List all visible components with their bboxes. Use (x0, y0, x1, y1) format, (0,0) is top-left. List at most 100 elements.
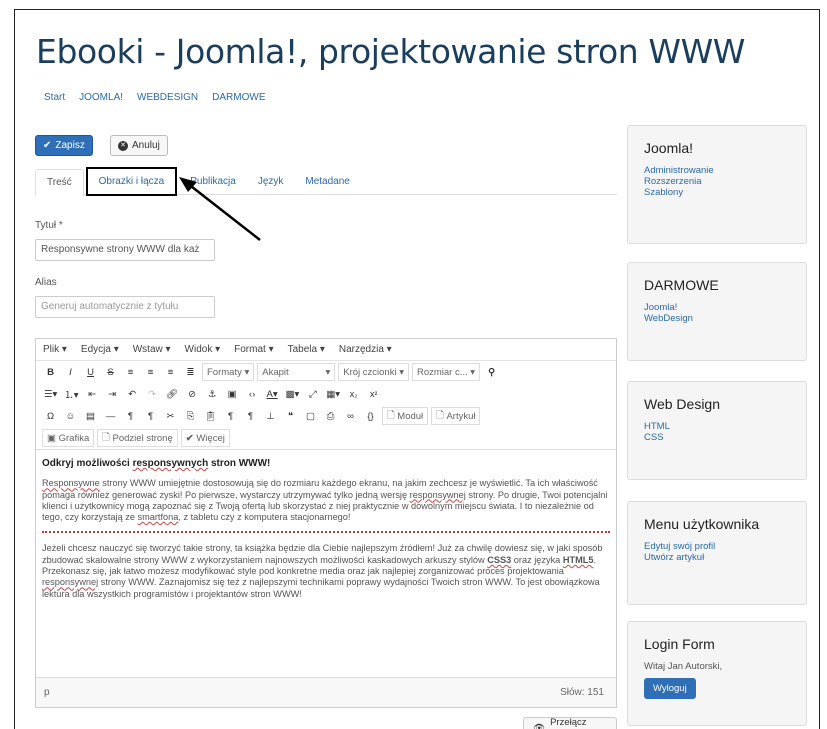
document-icon: 🗋︎ (102, 432, 110, 443)
code-icon[interactable]: ‹› (244, 385, 261, 403)
italic-icon[interactable]: I (62, 363, 79, 381)
toggle-editor-button[interactable]: 👁︎ Przełącz edytor (523, 717, 617, 729)
paragraph-text: oraz języka (511, 554, 563, 565)
fullscreen-icon[interactable]: ⤢ (304, 385, 321, 403)
sidebar-module-darmowe: DARMOWE Joomla! WebDesign (627, 262, 807, 361)
print-icon[interactable]: ⎙ (322, 407, 339, 425)
background-color-icon[interactable]: ▩▾ (284, 385, 302, 403)
source-code-icon[interactable]: {} (362, 407, 379, 425)
underline-icon[interactable]: U (82, 363, 99, 381)
nav-item-darmowe[interactable]: DARMOWE (212, 92, 265, 103)
sidebar-link-joomla[interactable]: Joomla! (644, 302, 790, 313)
text-color-icon[interactable]: A▾ (264, 385, 281, 403)
image-icon[interactable]: ▣ (224, 385, 241, 403)
table-icon[interactable]: ▦▾ (324, 385, 342, 403)
superscript-icon[interactable]: x² (365, 385, 382, 403)
copy-icon[interactable]: ⎘ (182, 407, 199, 425)
anchor-icon[interactable]: ⚓︎ (204, 385, 221, 403)
sidebar-link-administration[interactable]: Administrowanie (644, 165, 790, 176)
visual-chars-icon[interactable]: ¶ (222, 407, 239, 425)
bullet-list-icon[interactable]: ☰▾ (42, 385, 59, 403)
template-icon[interactable]: ⊥ (262, 407, 279, 425)
nav-item-joomla[interactable]: JOOMLA! (79, 92, 123, 103)
numbered-list-icon[interactable]: ⒈▾ (62, 385, 80, 403)
bold-icon[interactable]: B (42, 363, 59, 381)
sidebar-link-html[interactable]: HTML (644, 421, 790, 432)
module-button[interactable]: 🗋︎ Moduł (382, 407, 429, 425)
rtl-icon[interactable]: ¶ (142, 407, 159, 425)
indent-icon[interactable]: ⇥ (104, 385, 121, 403)
paragraph-text: strony WWW. Zaznajomisz się też z najlep… (42, 577, 600, 599)
readmore-button[interactable]: ✔ Więcej (180, 429, 230, 447)
align-center-icon[interactable]: ≡ (142, 363, 159, 381)
article-button-label: Artykuł (446, 410, 476, 422)
spellcheck-icon[interactable]: ∞ (342, 407, 359, 425)
sidebar-module-joomla: Joomla! Administrowanie Rozszerzenia Sza… (627, 125, 807, 244)
strikethrough-icon[interactable]: S (102, 363, 119, 381)
omega-icon[interactable]: Ω (42, 407, 59, 425)
alias-field[interactable]: Generuj automatycznie z tytułu (35, 296, 215, 318)
readmore-button-label: Więcej (196, 432, 225, 444)
media-icon[interactable]: ▤ (82, 407, 99, 425)
sidebar-link-extensions[interactable]: Rozszerzenia (644, 176, 790, 187)
tab-metadata[interactable]: Metadane (294, 169, 360, 194)
save-button[interactable]: ✔ Zapisz (35, 135, 93, 156)
find-icon[interactable]: ⚲ (483, 363, 500, 381)
menu-view[interactable]: Widok ▾ (185, 344, 221, 355)
link-icon[interactable]: 🔗︎ (164, 385, 181, 403)
emoticons-icon[interactable]: ☺ (62, 407, 79, 425)
horizontal-rule-icon[interactable]: — (102, 407, 119, 425)
heading-text: Odkryj możliwości (42, 458, 133, 469)
tab-images-links[interactable]: Obrazki i łącza (85, 167, 178, 196)
editor-statusbar: p Słów: 151 (36, 677, 616, 707)
sidebar-link-css[interactable]: CSS (644, 432, 790, 443)
paste-icon[interactable]: 📋︎ (202, 407, 219, 425)
blockquote-icon[interactable]: ❝ (282, 407, 299, 425)
font-family-select[interactable]: Krój czcionki ▾ (338, 363, 409, 381)
subscript-icon[interactable]: x₂ (345, 385, 362, 403)
tab-content[interactable]: Treść (35, 169, 84, 196)
sidebar-link-templates[interactable]: Szablony (644, 187, 790, 198)
rich-text-editor: Plik ▾ Edycja ▾ Wstaw ▾ Widok ▾ Format ▾… (35, 338, 617, 708)
article-button[interactable]: 🗋︎ Artykuł (431, 407, 481, 425)
site-title: Ebooki - Joomla!, projektowanie stron WW… (36, 32, 746, 71)
top-navigation: Start JOOMLA! WEBDESIGN DARMOWE (44, 92, 266, 103)
title-label: Tytuł * (35, 220, 63, 231)
menu-insert[interactable]: Wstaw ▾ (133, 344, 171, 355)
menu-tools[interactable]: Narzędzia ▾ (339, 344, 392, 355)
sidebar-link-edit-profile[interactable]: Edytuj swój profil (644, 541, 790, 552)
cut-icon[interactable]: ✂ (162, 407, 179, 425)
cancel-button[interactable]: ✕ Anuluj (110, 135, 168, 156)
formats-select[interactable]: Formaty ▾ (202, 363, 255, 381)
ltr-icon[interactable]: ¶ (122, 407, 139, 425)
editor-content[interactable]: Odkryj możliwości responsywnych stron WW… (36, 449, 616, 677)
align-left-icon[interactable]: ≡ (122, 363, 139, 381)
pagebreak-button[interactable]: 🗋︎ Podziel stronę (97, 429, 178, 447)
logout-button[interactable]: Wyloguj (644, 678, 696, 699)
undo-icon[interactable]: ↶ (124, 385, 141, 403)
outdent-icon[interactable]: ⇤ (84, 385, 101, 403)
sidebar-link-webdesign[interactable]: WebDesign (644, 313, 790, 324)
editor-toolbar-row-3: Ω ☺ ▤ — ¶ ¶ ✂ ⎘ 📋︎ ¶ ¶ ⊥ ❝ ▢ ⎙ ∞ {} 🗋︎ M… (36, 405, 616, 427)
menu-file[interactable]: Plik ▾ (43, 344, 67, 355)
preview-icon[interactable]: ▢ (302, 407, 319, 425)
align-justify-icon[interactable]: ≣ (182, 363, 199, 381)
toggle-editor-label: Przełącz edytor (550, 717, 587, 729)
menu-format[interactable]: Format ▾ (234, 344, 273, 355)
sidebar-link-create-article[interactable]: Utwórz artykuł (644, 552, 790, 563)
unlink-icon[interactable]: ⊘ (184, 385, 201, 403)
visual-blocks-icon[interactable]: ¶ (242, 407, 259, 425)
element-path: p (44, 687, 50, 698)
menu-edit[interactable]: Edycja ▾ (81, 344, 119, 355)
check-icon: ✔ (43, 140, 52, 151)
font-size-select[interactable]: Rozmiar c... ▾ (411, 363, 481, 381)
redo-icon[interactable]: ↷ (144, 385, 161, 403)
align-right-icon[interactable]: ≡ (162, 363, 179, 381)
image-button[interactable]: ▣ Grafika (42, 429, 95, 447)
paragraph-select[interactable]: Akapit ▾ (257, 363, 336, 381)
menu-table[interactable]: Tabela ▾ (288, 344, 325, 355)
nav-item-start[interactable]: Start (44, 92, 65, 103)
nav-item-webdesign[interactable]: WEBDESIGN (137, 92, 198, 103)
sidebar-module-user-menu: Menu użytkownika Edytuj swój profil Utwó… (627, 501, 807, 605)
module-title: Joomla! (644, 140, 694, 156)
